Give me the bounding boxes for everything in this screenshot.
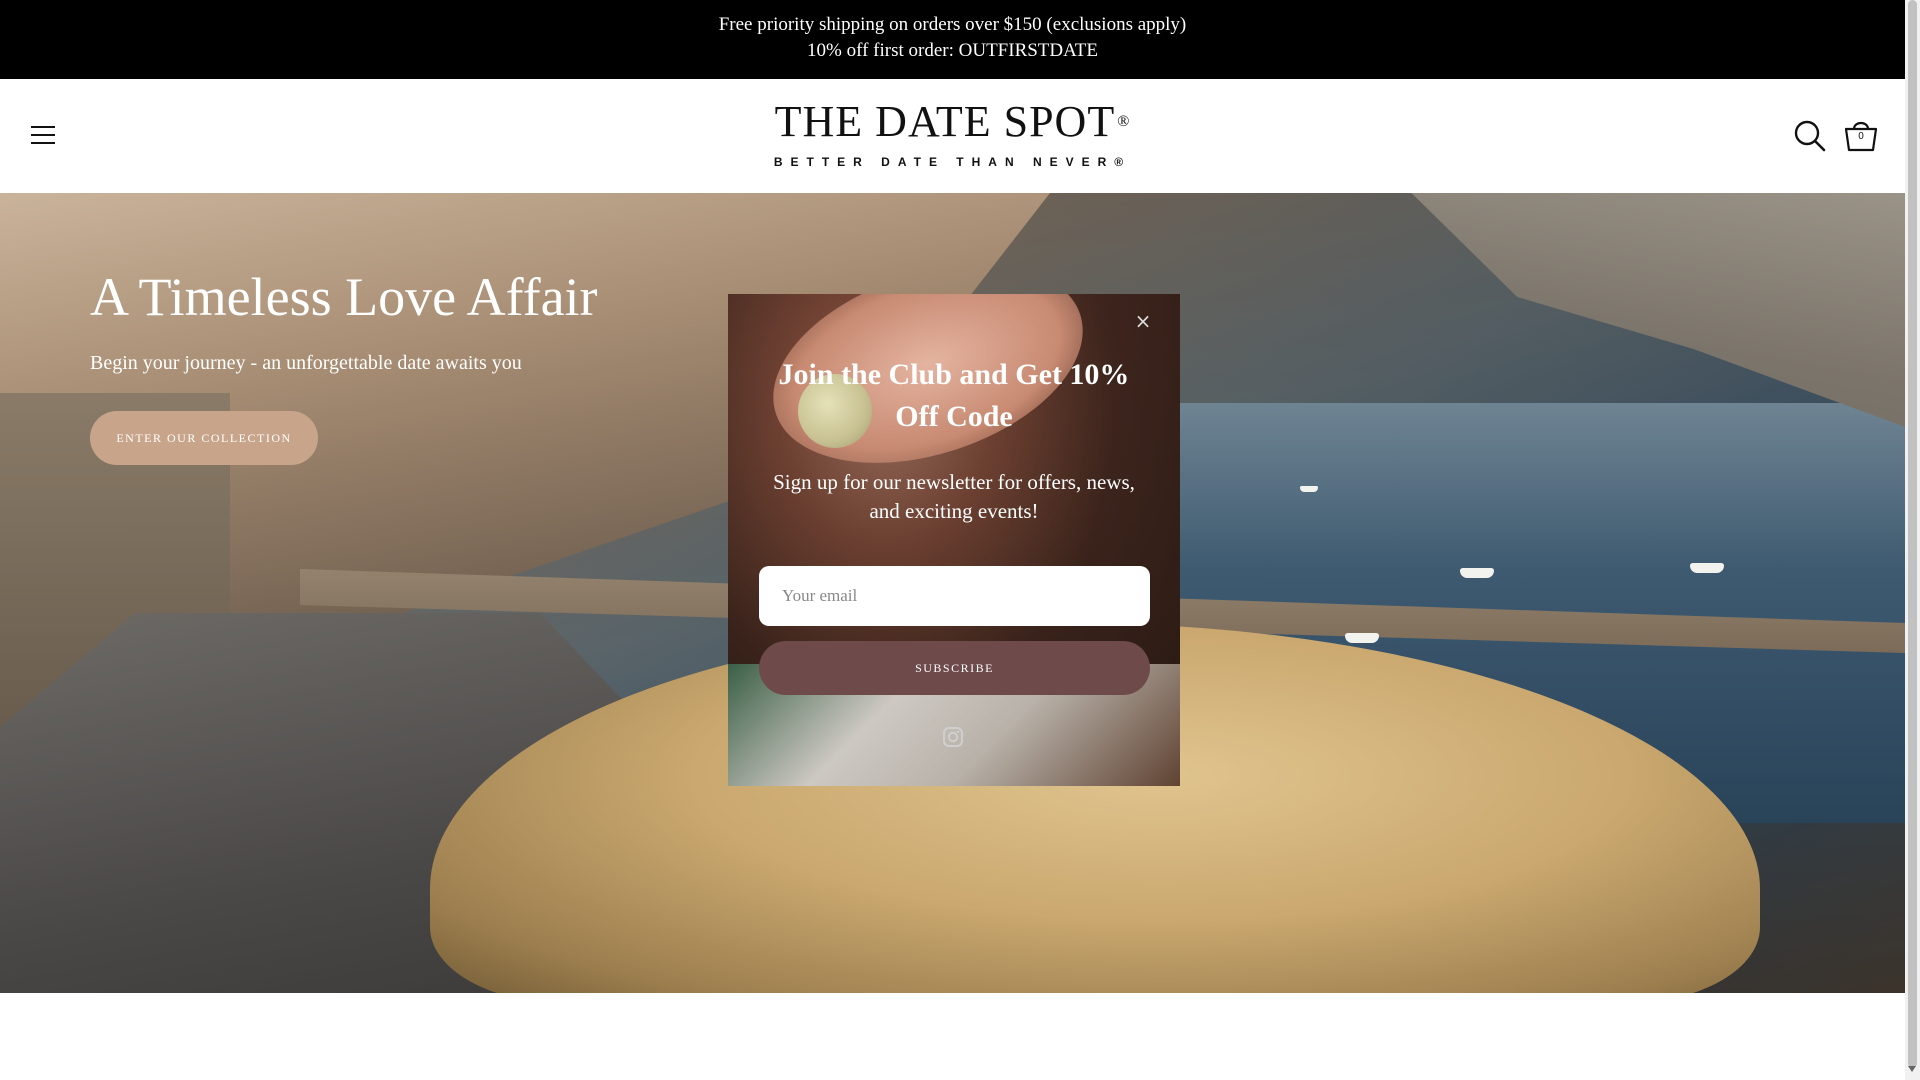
scrollbar-thumb[interactable] [1908, 0, 1917, 1068]
logo-text: THE DATE SPOT [774, 97, 1116, 146]
cart-count-badge: 0 [1858, 131, 1864, 142]
subscribe-button[interactable]: SUBSCRIBE [759, 641, 1150, 695]
enter-collection-button[interactable]: ENTER OUR COLLECTION [90, 411, 318, 465]
search-icon[interactable] [1793, 119, 1827, 153]
page-scrollbar[interactable] [1905, 0, 1920, 1080]
hero-image-boat [1460, 568, 1494, 578]
cart-icon[interactable]: 0 [1844, 117, 1878, 153]
hero-image-boat [1690, 563, 1724, 573]
popup-description: Sign up for our newsletter for offers, n… [773, 470, 1135, 523]
logo-registered-mark: ® [1117, 113, 1131, 130]
hero-title: A Timeless Love Affair [90, 267, 598, 327]
hero-subtitle: Begin your journey - an unforgettable da… [90, 352, 522, 374]
instagram-icon[interactable] [942, 726, 964, 748]
site-header: THE DATE SPOT ® BETTER DATE THAN NEVER® 0 [0, 79, 1905, 193]
logo-wordmark: THE DATE SPOT ® [0, 99, 1905, 145]
email-field[interactable] [759, 566, 1150, 626]
logo-tagline: BETTER DATE THAN NEVER® [773, 155, 1132, 169]
hero-image-boat [1345, 633, 1379, 643]
newsletter-popup: × Join the Club and Get 10% Off Code Sig… [728, 294, 1180, 786]
popup-title: Join the Club and Get 10% Off Code [778, 358, 1130, 433]
site-logo[interactable]: THE DATE SPOT ® BETTER DATE THAN NEVER® [0, 99, 1905, 170]
close-icon[interactable]: × [1132, 310, 1154, 332]
announcement-bar: Free priority shipping on orders over $1… [0, 0, 1905, 79]
hero-image-boat [1300, 486, 1318, 492]
announcement-shipping: Free priority shipping on orders over $1… [718, 14, 1187, 35]
announcement-discount: 10% off first order: OUTFIRSTDATE [807, 40, 1098, 61]
scroll-down-arrow-icon[interactable] [1908, 1066, 1916, 1072]
